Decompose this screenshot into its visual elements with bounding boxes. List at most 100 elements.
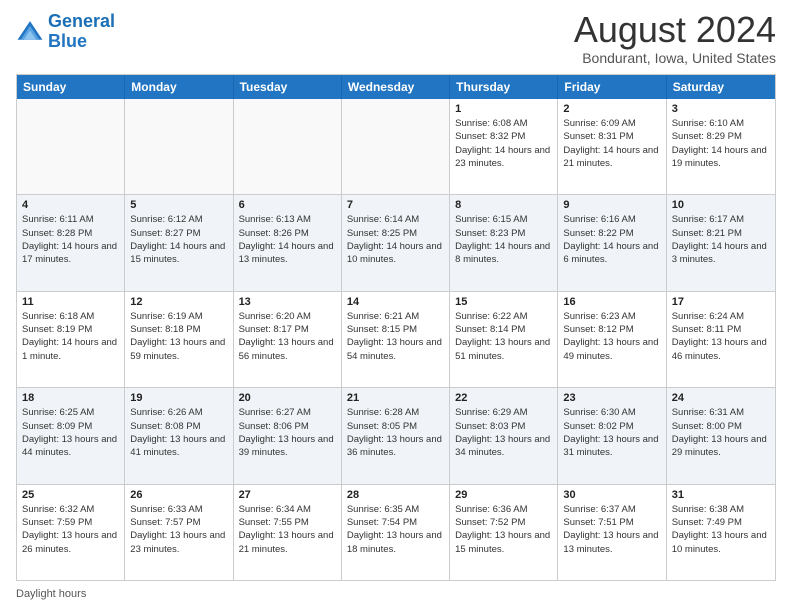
cell-info: Sunrise: 6:16 AM Sunset: 8:22 PM Dayligh… (563, 213, 660, 266)
day-header-tuesday: Tuesday (234, 75, 342, 99)
calendar-cell: 25Sunrise: 6:32 AM Sunset: 7:59 PM Dayli… (17, 485, 125, 580)
cell-info: Sunrise: 6:29 AM Sunset: 8:03 PM Dayligh… (455, 406, 552, 459)
calendar-cell: 3Sunrise: 6:10 AM Sunset: 8:29 PM Daylig… (667, 99, 775, 194)
calendar-cell: 10 Sunrise: 6:17 AM Sunset: 8:21 PM Dayli… (667, 195, 775, 290)
cell-info: Sunrise: 6:26 AM Sunset: 8:08 PM Dayligh… (130, 406, 227, 459)
cell-info: Sunrise: 6:23 AM Sunset: 8:12 PM Dayligh… (563, 310, 660, 363)
calendar-cell: 9 Sunrise: 6:16 AM Sunset: 8:22 PM Daylig… (558, 195, 666, 290)
calendar-cell: 13 Sunrise: 6:20 AM Sunset: 8:17 PM Dayli… (234, 292, 342, 387)
calendar-header: SundayMondayTuesdayWednesdayThursdayFrid… (17, 75, 775, 99)
day-number: 12 (130, 296, 227, 308)
calendar-row-4: 18 Sunrise: 6:25 AM Sunset: 8:09 PM Dayli… (17, 387, 775, 483)
day-number: 29 (455, 489, 552, 501)
cell-info: Sunrise: 6:21 AM Sunset: 8:15 PM Dayligh… (347, 310, 444, 363)
day-number: 31 (672, 489, 770, 501)
calendar-cell: 8 Sunrise: 6:15 AM Sunset: 8:23 PM Daylig… (450, 195, 558, 290)
calendar-cell: 28Sunrise: 6:35 AM Sunset: 7:54 PM Dayli… (342, 485, 450, 580)
calendar-row-2: 4 Sunrise: 6:11 AM Sunset: 8:28 PM Daylig… (17, 194, 775, 290)
calendar-cell: 15Sunrise: 6:22 AM Sunset: 8:14 PM Dayli… (450, 292, 558, 387)
calendar-cell: 14Sunrise: 6:21 AM Sunset: 8:15 PM Dayli… (342, 292, 450, 387)
day-number: 16 (563, 296, 660, 308)
day-header-sunday: Sunday (17, 75, 125, 99)
calendar-cell: 18 Sunrise: 6:25 AM Sunset: 8:09 PM Dayli… (17, 388, 125, 483)
day-number: 5 (130, 199, 227, 211)
calendar-cell: 31 Sunrise: 6:38 AM Sunset: 7:49 PM Dayli… (667, 485, 775, 580)
cell-info: Sunrise: 6:11 AM Sunset: 8:28 PM Dayligh… (22, 213, 119, 266)
calendar-cell: 1 Sunrise: 6:08 AM Sunset: 8:32 PM Daylig… (450, 99, 558, 194)
calendar-cell: 4 Sunrise: 6:11 AM Sunset: 8:28 PM Daylig… (17, 195, 125, 290)
cell-info: Sunrise: 6:14 AM Sunset: 8:25 PM Dayligh… (347, 213, 444, 266)
day-number: 24 (672, 392, 770, 404)
title-block: August 2024 Bondurant, Iowa, United Stat… (574, 12, 776, 66)
calendar-row-5: 25Sunrise: 6:32 AM Sunset: 7:59 PM Dayli… (17, 484, 775, 580)
cell-info: Sunrise: 6:35 AM Sunset: 7:54 PM Dayligh… (347, 503, 444, 556)
day-number: 13 (239, 296, 336, 308)
day-number: 4 (22, 199, 119, 211)
calendar-cell: 26 Sunrise: 6:33 AM Sunset: 7:57 PM Dayli… (125, 485, 233, 580)
cell-info: Sunrise: 6:28 AM Sunset: 8:05 PM Dayligh… (347, 406, 444, 459)
cell-info: Sunrise: 6:12 AM Sunset: 8:27 PM Dayligh… (130, 213, 227, 266)
logo-text: General Blue (48, 12, 115, 52)
calendar-row-3: 11Sunrise: 6:18 AM Sunset: 8:19 PM Dayli… (17, 291, 775, 387)
calendar-cell: 6 Sunrise: 6:13 AM Sunset: 8:26 PM Daylig… (234, 195, 342, 290)
calendar-cell: 12 Sunrise: 6:19 AM Sunset: 8:18 PM Dayli… (125, 292, 233, 387)
footer-note: Daylight hours (16, 585, 776, 600)
calendar-cell (234, 99, 342, 194)
day-number: 20 (239, 392, 336, 404)
day-number: 2 (563, 103, 660, 115)
calendar-cell: 5 Sunrise: 6:12 AM Sunset: 8:27 PM Daylig… (125, 195, 233, 290)
day-number: 8 (455, 199, 552, 211)
day-number: 27 (239, 489, 336, 501)
cell-info: Sunrise: 6:30 AM Sunset: 8:02 PM Dayligh… (563, 406, 660, 459)
cell-info: Sunrise: 6:13 AM Sunset: 8:26 PM Dayligh… (239, 213, 336, 266)
cell-info: Sunrise: 6:27 AM Sunset: 8:06 PM Dayligh… (239, 406, 336, 459)
calendar-cell: 20 Sunrise: 6:27 AM Sunset: 8:06 PM Dayli… (234, 388, 342, 483)
day-number: 11 (22, 296, 119, 308)
logo-blue: Blue (48, 31, 87, 51)
calendar-row-1: 1 Sunrise: 6:08 AM Sunset: 8:32 PM Daylig… (17, 99, 775, 194)
cell-info: Sunrise: 6:19 AM Sunset: 8:18 PM Dayligh… (130, 310, 227, 363)
logo: General Blue (16, 12, 115, 52)
calendar-cell: 21Sunrise: 6:28 AM Sunset: 8:05 PM Dayli… (342, 388, 450, 483)
calendar-body: 1 Sunrise: 6:08 AM Sunset: 8:32 PM Daylig… (17, 99, 775, 580)
cell-info: Sunrise: 6:24 AM Sunset: 8:11 PM Dayligh… (672, 310, 770, 363)
cell-info: Sunrise: 6:33 AM Sunset: 7:57 PM Dayligh… (130, 503, 227, 556)
calendar-cell: 29 Sunrise: 6:36 AM Sunset: 7:52 PM Dayli… (450, 485, 558, 580)
day-number: 26 (130, 489, 227, 501)
cell-info: Sunrise: 6:25 AM Sunset: 8:09 PM Dayligh… (22, 406, 119, 459)
cell-info: Sunrise: 6:38 AM Sunset: 7:49 PM Dayligh… (672, 503, 770, 556)
day-header-saturday: Saturday (667, 75, 775, 99)
day-number: 10 (672, 199, 770, 211)
cell-info: Sunrise: 6:20 AM Sunset: 8:17 PM Dayligh… (239, 310, 336, 363)
day-number: 30 (563, 489, 660, 501)
day-header-wednesday: Wednesday (342, 75, 450, 99)
cell-info: Sunrise: 6:17 AM Sunset: 8:21 PM Dayligh… (672, 213, 770, 266)
day-header-thursday: Thursday (450, 75, 558, 99)
cell-info: Sunrise: 6:09 AM Sunset: 8:31 PM Dayligh… (563, 117, 660, 170)
day-number: 6 (239, 199, 336, 211)
calendar-cell: 27 Sunrise: 6:34 AM Sunset: 7:55 PM Dayli… (234, 485, 342, 580)
calendar-cell: 17Sunrise: 6:24 AM Sunset: 8:11 PM Dayli… (667, 292, 775, 387)
day-header-friday: Friday (558, 75, 666, 99)
day-number: 9 (563, 199, 660, 211)
calendar-cell: 16 Sunrise: 6:23 AM Sunset: 8:12 PM Dayli… (558, 292, 666, 387)
cell-info: Sunrise: 6:15 AM Sunset: 8:23 PM Dayligh… (455, 213, 552, 266)
calendar-cell: 2 Sunrise: 6:09 AM Sunset: 8:31 PM Daylig… (558, 99, 666, 194)
calendar-cell (342, 99, 450, 194)
day-number: 7 (347, 199, 444, 211)
day-number: 23 (563, 392, 660, 404)
calendar-cell: 11Sunrise: 6:18 AM Sunset: 8:19 PM Dayli… (17, 292, 125, 387)
calendar-cell: 19 Sunrise: 6:26 AM Sunset: 8:08 PM Dayli… (125, 388, 233, 483)
day-number: 18 (22, 392, 119, 404)
day-number: 1 (455, 103, 552, 115)
cell-info: Sunrise: 6:22 AM Sunset: 8:14 PM Dayligh… (455, 310, 552, 363)
cell-info: Sunrise: 6:34 AM Sunset: 7:55 PM Dayligh… (239, 503, 336, 556)
day-number: 22 (455, 392, 552, 404)
cell-info: Sunrise: 6:10 AM Sunset: 8:29 PM Dayligh… (672, 117, 770, 170)
cell-info: Sunrise: 6:31 AM Sunset: 8:00 PM Dayligh… (672, 406, 770, 459)
cell-info: Sunrise: 6:36 AM Sunset: 7:52 PM Dayligh… (455, 503, 552, 556)
location: Bondurant, Iowa, United States (574, 50, 776, 66)
day-number: 19 (130, 392, 227, 404)
cell-info: Sunrise: 6:08 AM Sunset: 8:32 PM Dayligh… (455, 117, 552, 170)
calendar-cell (17, 99, 125, 194)
